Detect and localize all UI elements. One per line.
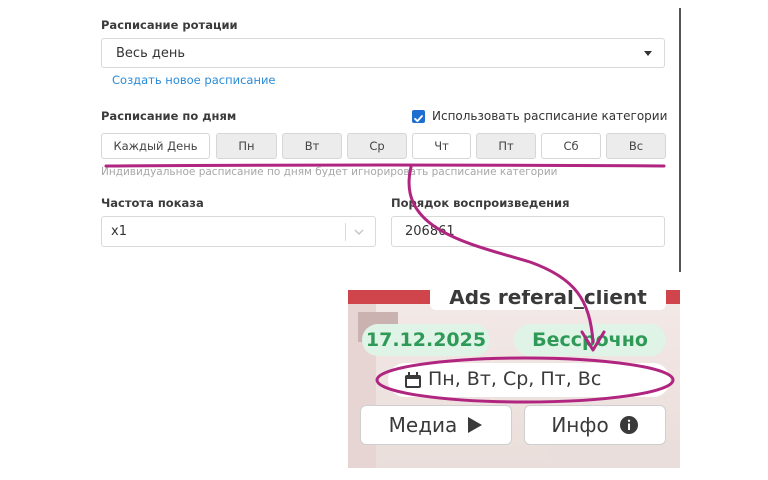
ellipse-annotation [375, 356, 675, 404]
annotation-overlay [104, 163, 675, 404]
underline-annotation [104, 163, 666, 168]
arrow-annotation [407, 165, 595, 344]
